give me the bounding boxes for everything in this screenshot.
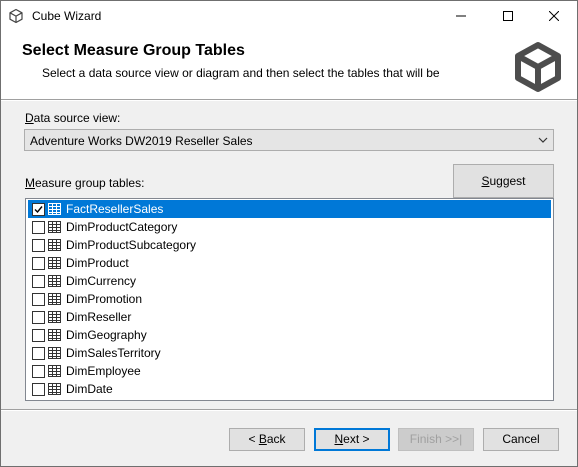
page-title: Select Measure Group Tables bbox=[22, 42, 245, 59]
table-list-item[interactable]: DimCurrency bbox=[28, 272, 551, 290]
table-checkbox[interactable] bbox=[32, 239, 45, 252]
maximize-icon bbox=[503, 11, 513, 21]
table-name: DimProductSubcategory bbox=[66, 238, 197, 252]
table-name: DimProduct bbox=[66, 256, 129, 270]
close-icon bbox=[549, 11, 559, 21]
back-button[interactable]: < Back bbox=[229, 428, 305, 451]
header-divider bbox=[1, 99, 577, 101]
table-checkbox[interactable] bbox=[32, 257, 45, 270]
table-list-item[interactable]: DimEmployee bbox=[28, 362, 551, 380]
table-name: DimGeography bbox=[66, 328, 147, 342]
table-list-item[interactable]: DimDate bbox=[28, 380, 551, 398]
table-name: DimProductCategory bbox=[66, 220, 178, 234]
table-name: DimCurrency bbox=[66, 274, 137, 288]
chevron-down-icon bbox=[538, 137, 548, 143]
table-grid-icon bbox=[48, 257, 61, 269]
window-title: Cube Wizard bbox=[32, 9, 102, 23]
table-list-item[interactable]: DimProductSubcategory bbox=[28, 236, 551, 254]
cube-icon bbox=[515, 42, 561, 92]
table-grid-icon bbox=[48, 275, 61, 287]
table-checkbox[interactable] bbox=[32, 347, 45, 360]
table-grid-icon bbox=[48, 383, 61, 395]
close-button[interactable] bbox=[531, 1, 577, 31]
title-bar: Cube Wizard bbox=[1, 1, 577, 31]
table-grid-icon bbox=[48, 293, 61, 305]
table-grid-icon bbox=[48, 239, 61, 251]
table-list-item[interactable]: DimProductCategory bbox=[28, 218, 551, 236]
table-name: DimReseller bbox=[66, 310, 132, 324]
table-list-item[interactable]: FactResellerSales bbox=[28, 200, 551, 218]
minimize-button[interactable] bbox=[438, 1, 484, 31]
footer-divider bbox=[1, 409, 577, 411]
suggest-button[interactable]: Suggest bbox=[453, 164, 554, 198]
table-grid-icon bbox=[48, 221, 61, 233]
table-checkbox[interactable] bbox=[32, 311, 45, 324]
table-checkbox[interactable] bbox=[32, 293, 45, 306]
table-list-item[interactable]: DimReseller bbox=[28, 308, 551, 326]
cancel-button[interactable]: Cancel bbox=[483, 428, 559, 451]
maximize-button[interactable] bbox=[485, 1, 531, 31]
table-checkbox[interactable] bbox=[32, 329, 45, 342]
datasource-label: Data source view: bbox=[25, 111, 121, 125]
table-grid-icon bbox=[48, 203, 61, 215]
table-checkbox[interactable] bbox=[32, 383, 45, 396]
datasource-selected-value: Adventure Works DW2019 Reseller Sales bbox=[30, 134, 253, 148]
cube-icon bbox=[9, 8, 23, 24]
cube-wizard-window: Cube Wizard Select Measure Group Tables … bbox=[0, 0, 578, 467]
table-name: FactResellerSales bbox=[66, 202, 164, 216]
table-name: DimSalesTerritory bbox=[66, 346, 161, 360]
datasource-view-dropdown[interactable]: Adventure Works DW2019 Reseller Sales bbox=[24, 129, 554, 151]
next-button[interactable]: Next > bbox=[314, 428, 390, 451]
checkmark-icon bbox=[34, 206, 43, 214]
table-list-item[interactable]: DimGeography bbox=[28, 326, 551, 344]
measure-group-tables-list[interactable]: FactResellerSales DimProductCategory DimPr… bbox=[25, 198, 554, 401]
table-list-item[interactable]: DimSalesTerritory bbox=[28, 344, 551, 362]
table-list-item[interactable]: DimPromotion bbox=[28, 290, 551, 308]
minimize-icon bbox=[456, 15, 466, 17]
table-grid-icon bbox=[48, 365, 61, 377]
table-list-item[interactable]: DimProduct bbox=[28, 254, 551, 272]
table-grid-icon bbox=[48, 311, 61, 323]
table-grid-icon bbox=[48, 329, 61, 341]
table-checkbox[interactable] bbox=[32, 275, 45, 288]
table-name: DimPromotion bbox=[66, 292, 143, 306]
table-name: DimDate bbox=[66, 382, 113, 396]
table-grid-icon bbox=[48, 347, 61, 359]
table-checkbox[interactable] bbox=[32, 203, 45, 216]
table-checkbox[interactable] bbox=[32, 365, 45, 378]
table-name: DimEmployee bbox=[66, 364, 141, 378]
measure-group-tables-label: Measure group tables: bbox=[25, 176, 145, 190]
finish-button[interactable]: Finish >>| bbox=[398, 428, 474, 451]
wizard-header: Select Measure Group Tables Select a dat… bbox=[1, 31, 577, 99]
page-subtitle: Select a data source view or diagram and… bbox=[42, 66, 440, 80]
table-checkbox[interactable] bbox=[32, 221, 45, 234]
